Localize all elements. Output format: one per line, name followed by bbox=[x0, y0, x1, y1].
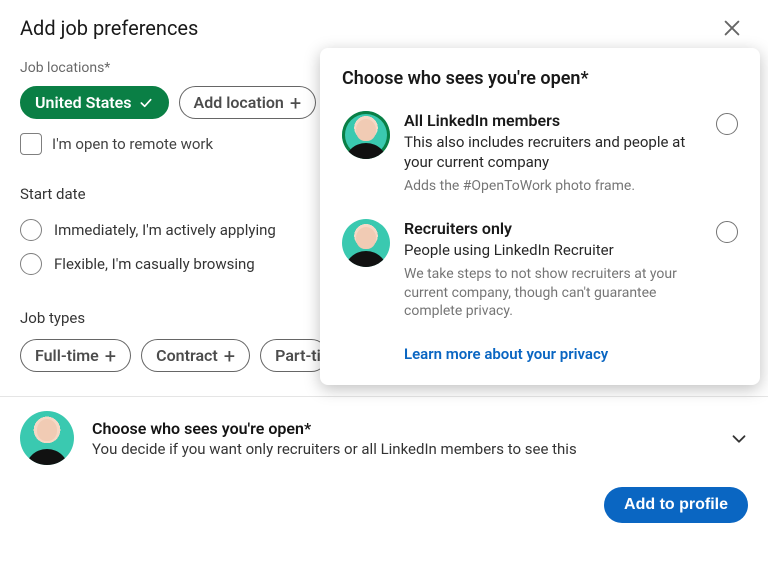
modal-title: Add job preferences bbox=[20, 16, 198, 40]
visibility-option-title: All LinkedIn members bbox=[404, 111, 702, 130]
location-chip-selected[interactable]: United States bbox=[20, 86, 169, 119]
add-to-profile-button[interactable]: Add to profile bbox=[604, 487, 748, 523]
start-date-option-label: Immediately, I'm actively applying bbox=[54, 221, 276, 239]
job-type-label: Full-time bbox=[35, 346, 99, 365]
visibility-option-note: Adds the #OpenToWork photo frame. bbox=[404, 177, 702, 196]
avatar-open-to-work bbox=[342, 111, 390, 159]
visibility-title: Choose who sees you're open* bbox=[342, 68, 738, 89]
plus-icon: + bbox=[290, 95, 301, 111]
add-location-chip[interactable]: Add location + bbox=[179, 86, 317, 119]
visibility-option-sub: This also includes recruiters and people… bbox=[404, 132, 702, 173]
chevron-down-icon bbox=[728, 428, 748, 448]
visibility-option-title: Recruiters only bbox=[404, 219, 702, 238]
visibility-summary-row[interactable]: Choose who sees you're open* You decide … bbox=[0, 397, 768, 477]
plus-icon: + bbox=[224, 348, 235, 364]
avatar bbox=[342, 219, 390, 267]
job-type-label: Part-ti bbox=[275, 346, 321, 365]
job-type-chip-fulltime[interactable]: Full-time + bbox=[20, 339, 131, 372]
remote-checkbox[interactable] bbox=[20, 133, 42, 155]
visibility-option-sub: People using LinkedIn Recruiter bbox=[404, 240, 702, 260]
visibility-popover: Choose who sees you're open* All LinkedI… bbox=[320, 48, 760, 385]
avatar bbox=[20, 411, 74, 465]
job-type-chip-contract[interactable]: Contract + bbox=[141, 339, 250, 372]
start-date-radio-immediately[interactable] bbox=[20, 219, 42, 241]
close-icon[interactable] bbox=[720, 16, 744, 40]
visibility-summary-sub: You decide if you want only recruiters o… bbox=[92, 440, 710, 458]
visibility-radio-recruiters[interactable] bbox=[716, 221, 738, 243]
remote-label: I'm open to remote work bbox=[52, 135, 213, 153]
visibility-summary-title: Choose who sees you're open* bbox=[92, 419, 710, 438]
job-type-label: Contract bbox=[156, 346, 218, 365]
visibility-option-all[interactable]: All LinkedIn members This also includes … bbox=[342, 111, 738, 195]
add-location-label: Add location bbox=[194, 93, 284, 112]
plus-icon: + bbox=[105, 348, 116, 364]
visibility-option-note: We take steps to not show recruiters at … bbox=[404, 265, 702, 322]
job-type-chip-parttime[interactable]: Part-ti bbox=[260, 339, 328, 372]
start-date-radio-flexible[interactable] bbox=[20, 253, 42, 275]
start-date-option-label: Flexible, I'm casually browsing bbox=[54, 255, 255, 273]
location-chip-label: United States bbox=[35, 93, 132, 112]
learn-more-link[interactable]: Learn more about your privacy bbox=[404, 345, 738, 363]
visibility-radio-all[interactable] bbox=[716, 113, 738, 135]
check-icon bbox=[138, 95, 154, 111]
visibility-option-recruiters[interactable]: Recruiters only People using LinkedIn Re… bbox=[342, 219, 738, 321]
